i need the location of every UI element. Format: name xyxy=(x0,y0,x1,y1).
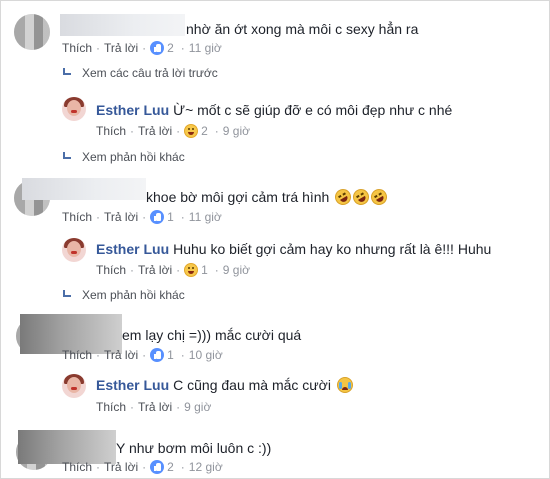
avatar-lips xyxy=(71,110,77,113)
reply-avatar[interactable] xyxy=(62,238,86,262)
rofl-emoji-icon xyxy=(350,186,373,208)
separator: · xyxy=(142,460,147,474)
separator: · xyxy=(180,460,185,474)
reply-text: Esther Luu C cũng đau mà mắc cười xyxy=(96,376,353,394)
like-badge-icon[interactable] xyxy=(150,460,165,474)
reply-link[interactable]: Trả lời xyxy=(138,399,172,415)
separator: · xyxy=(96,348,101,362)
separator: · xyxy=(130,400,135,414)
reply-text: Esther Luu Huhu ko biết gợi cảm hay ko nh… xyxy=(96,240,491,258)
avatar-lips xyxy=(71,387,77,390)
timestamp[interactable]: 11 giờ xyxy=(189,209,222,225)
separator: · xyxy=(142,348,147,362)
reply-link[interactable]: Trả lời xyxy=(104,40,138,56)
view-previous-replies-label: Xem các câu trả lời trước xyxy=(82,66,218,80)
reply-link[interactable]: Trả lời xyxy=(104,209,138,225)
reply-link[interactable]: Trả lời xyxy=(138,123,172,139)
separator: · xyxy=(130,124,135,138)
avatar-face xyxy=(67,100,81,116)
separator: · xyxy=(180,41,185,55)
view-previous-replies-link[interactable]: Xem các câu trả lời trước xyxy=(62,65,218,81)
reply-link[interactable]: Trả lời xyxy=(104,459,138,475)
separator: · xyxy=(214,124,219,138)
like-link[interactable]: Thích xyxy=(96,262,126,278)
like-link[interactable]: Thích xyxy=(96,399,126,415)
like-badge-icon[interactable] xyxy=(150,210,165,224)
timestamp[interactable]: 9 giờ xyxy=(223,123,250,139)
comment-text: em lạy chị =))) mắc cười quá xyxy=(122,327,302,343)
reaction-count[interactable]: 2 xyxy=(167,40,174,56)
comment-text: nhờ ăn ớt xong mà môi c sexy hẳn ra xyxy=(186,21,419,37)
reply-body: Huhu ko biết gợi cảm hay ko nhưng rất là… xyxy=(173,241,492,257)
like-link[interactable]: Thích xyxy=(62,209,92,225)
separator: · xyxy=(96,41,101,55)
comment-actions: Thích · Trả lời · 2 · 11 giờ xyxy=(62,40,222,56)
comment-actions: Thích · Trả lời · 1 · 10 giờ xyxy=(62,347,223,363)
reaction-count[interactable]: 2 xyxy=(201,123,208,139)
separator: · xyxy=(96,460,101,474)
commenter-avatar[interactable] xyxy=(14,14,50,50)
redacted-name xyxy=(22,178,146,200)
view-more-replies-link[interactable]: Xem phản hồi khác xyxy=(62,149,185,165)
comment-actions: Thích · Trả lời · 2 · 12 giờ xyxy=(62,459,223,475)
view-more-replies-label: Xem phản hồi khác xyxy=(82,150,185,164)
reply-link[interactable]: Trả lời xyxy=(104,347,138,363)
reply-actions: Thích · Trả lời · 1 · 9 giờ xyxy=(96,262,250,278)
like-link[interactable]: Thích xyxy=(62,459,92,475)
timestamp[interactable]: 10 giờ xyxy=(189,347,223,363)
reply-text: Esther Luu Ừ~ mốt c sẽ giúp đỡ e có môi đ… xyxy=(96,101,452,119)
timestamp[interactable]: 9 giờ xyxy=(184,399,211,415)
reply-author-name[interactable]: Esther Luu xyxy=(96,241,169,257)
haha-badge-icon[interactable] xyxy=(184,124,199,138)
separator: · xyxy=(142,210,147,224)
like-link[interactable]: Thích xyxy=(96,123,126,139)
separator: · xyxy=(176,263,181,277)
view-more-replies-link[interactable]: Xem phản hồi khác xyxy=(62,287,185,303)
separator: · xyxy=(130,263,135,277)
timestamp[interactable]: 9 giờ xyxy=(223,262,250,278)
timestamp[interactable]: 11 giờ xyxy=(189,40,222,56)
rofl-emoji-icon xyxy=(368,186,391,208)
separator: · xyxy=(214,263,219,277)
reply-avatar[interactable] xyxy=(62,374,86,398)
like-link[interactable]: Thích xyxy=(62,40,92,56)
comment-actions: Thích · Trả lời · 1 · 11 giờ xyxy=(62,209,222,225)
reaction-count[interactable]: 1 xyxy=(167,347,174,363)
separator: · xyxy=(180,348,185,362)
comment-text: khoe bờ môi gợi cảm trá hình xyxy=(146,186,391,208)
rofl-emoji-icon xyxy=(332,186,355,208)
redacted-name xyxy=(60,14,185,36)
reply-arrow-icon xyxy=(62,152,72,162)
reply-body: Ừ~ mốt c sẽ giúp đỡ e có môi đẹp như c n… xyxy=(173,102,453,118)
comment-body: khoe bờ môi gợi cảm trá hình xyxy=(146,189,330,205)
like-badge-icon[interactable] xyxy=(150,41,165,55)
reaction-count[interactable]: 2 xyxy=(167,459,174,475)
timestamp[interactable]: 12 giờ xyxy=(189,459,223,475)
like-badge-icon[interactable] xyxy=(150,348,165,362)
crying-laughing-emoji-icon xyxy=(336,377,353,393)
separator: · xyxy=(176,124,181,138)
reply-actions: Thích · Trả lời · 9 giờ xyxy=(96,399,211,415)
reply-arrow-icon xyxy=(62,68,72,78)
reply-link[interactable]: Trả lời xyxy=(138,262,172,278)
reply-body: C cũng đau mà mắc cười xyxy=(173,377,331,393)
separator: · xyxy=(96,210,101,224)
haha-badge-icon[interactable] xyxy=(184,263,199,277)
reply-author-name[interactable]: Esther Luu xyxy=(96,102,169,118)
separator: · xyxy=(180,210,185,224)
separator: · xyxy=(176,400,181,414)
avatar-lips xyxy=(71,251,77,254)
reply-avatar[interactable] xyxy=(62,97,86,121)
reaction-count[interactable]: 1 xyxy=(201,262,208,278)
reply-author-name[interactable]: Esther Luu xyxy=(96,377,169,393)
comment-text: Y như bơm môi luôn c :)) xyxy=(116,440,272,456)
reply-actions: Thích · Trả lời · 2 · 9 giờ xyxy=(96,123,250,139)
view-more-replies-label: Xem phản hồi khác xyxy=(82,288,185,302)
reaction-count[interactable]: 1 xyxy=(167,209,174,225)
like-link[interactable]: Thích xyxy=(62,347,92,363)
avatar-face xyxy=(67,241,81,257)
avatar-face xyxy=(67,377,81,393)
separator: · xyxy=(142,41,147,55)
reply-arrow-icon xyxy=(62,290,72,300)
